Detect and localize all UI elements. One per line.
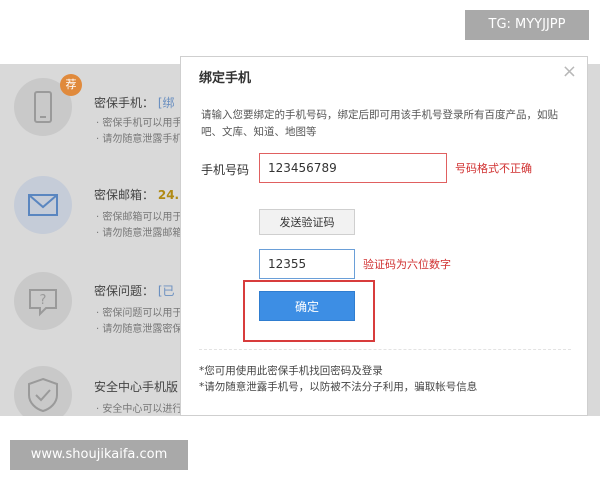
watermark-bottom: www.shoujikaifa.com	[10, 440, 188, 470]
bg-item-title: 密保问题： [已	[94, 284, 175, 298]
bg-item-title: 安全中心手机版	[94, 380, 179, 394]
bg-item-line: · 密保邮箱可以用于	[96, 212, 183, 223]
close-icon[interactable]: ×	[562, 61, 577, 82]
verification-code-input[interactable]	[259, 249, 355, 279]
note-line: *请勿随意泄露手机号，以防被不法分子利用，骗取帐号信息	[199, 381, 478, 393]
bg-item-line: · 请勿随意泄露手机	[96, 134, 183, 145]
bg-item-line: · 密保问题可以用于	[96, 308, 183, 319]
question-icon: ?	[14, 272, 72, 330]
phone-input[interactable]	[259, 153, 447, 183]
recommend-badge: 荐	[60, 74, 82, 96]
bg-item-line: · 密保手机可以用手	[96, 118, 183, 129]
bg-item-title: 密保邮箱： 24.	[94, 188, 180, 202]
bg-item-line: · 请勿随意泄露密保	[96, 324, 183, 335]
mail-icon	[14, 176, 72, 234]
divider	[199, 349, 571, 350]
phone-label: 手机号码	[201, 163, 250, 177]
send-code-button[interactable]: 发送验证码	[259, 209, 355, 235]
bind-phone-dialog: 绑定手机 × 请输入您要绑定的手机号码，绑定后即可用该手机号登录所有百度产品，如…	[180, 56, 588, 416]
dialog-title: 绑定手机	[199, 71, 252, 86]
dialog-notes: *您可用使用此密保手机找回密码及登录 *请勿随意泄露手机号，以防被不法分子利用，…	[199, 363, 477, 395]
dialog-description: 请输入您要绑定的手机号码，绑定后即可用该手机号登录所有百度产品，如贴吧、文库、知…	[201, 109, 558, 138]
svg-text:?: ?	[40, 293, 47, 308]
code-error-message: 验证码为六位数字	[363, 258, 451, 271]
bg-item-title: 密保手机： [绑	[94, 96, 175, 110]
phone-error-message: 号码格式不正确	[455, 162, 532, 175]
bg-item-line: · 安全中心可以进行	[96, 404, 183, 415]
note-line: *您可用使用此密保手机找回密码及登录	[199, 365, 383, 377]
confirm-button[interactable]: 确定	[259, 291, 355, 321]
watermark-top: TG: MYYJJPP	[465, 10, 589, 40]
shield-icon	[14, 366, 72, 416]
screenshot-stage: 荐 密保手机： [绑 · 密保手机可以用手 · 请勿随意泄露手机 密保邮箱： 2…	[0, 0, 600, 480]
